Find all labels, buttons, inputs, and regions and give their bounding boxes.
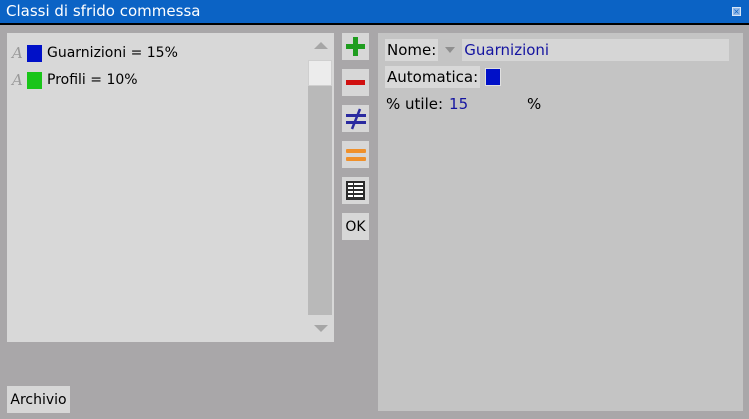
percent-unit: % [527, 95, 542, 113]
equal-icon [345, 148, 366, 161]
color-swatch [27, 44, 42, 62]
automatic-checkbox[interactable] [485, 68, 502, 86]
text-a-icon: A [12, 71, 23, 89]
table-button[interactable] [342, 177, 369, 204]
percent-field[interactable]: 15 [449, 95, 527, 113]
window-title: Classi di sfrido commessa [6, 2, 201, 20]
vertical-scrollbar[interactable] [308, 33, 334, 342]
add-button[interactable] [342, 33, 369, 60]
minus-icon [346, 80, 365, 85]
not-equal-button[interactable] [342, 105, 369, 132]
list-item-label: Profili = 10% [47, 72, 138, 88]
scroll-thumb[interactable] [308, 60, 332, 86]
list-item-label: Guarnizioni = 15% [47, 45, 178, 61]
close-icon[interactable]: × [732, 7, 741, 16]
scroll-down-icon[interactable] [314, 325, 328, 332]
list-item[interactable]: A Guarnizioni = 15% [12, 42, 178, 64]
text-a-icon: A [12, 44, 23, 62]
title-bar: Classi di sfrido commessa × [0, 0, 749, 25]
scroll-up-icon[interactable] [314, 42, 328, 49]
automatic-row: Automatica: [385, 66, 502, 88]
name-row: Nome: Guarnizioni [385, 39, 730, 61]
plus-icon [346, 37, 365, 56]
ok-button[interactable]: OK [342, 213, 369, 240]
percent-row: % utile: 15 % [385, 93, 541, 115]
name-field[interactable]: Guarnizioni [462, 39, 730, 61]
name-label: Nome: [385, 39, 439, 61]
color-swatch [27, 71, 42, 89]
sfrido-class-list[interactable]: A Guarnizioni = 15% A Profili = 10% [7, 33, 334, 342]
percent-label: % utile: [386, 95, 444, 113]
list-item[interactable]: A Profili = 10% [12, 69, 138, 91]
details-panel: Nome: Guarnizioni Automatica: % utile: 1… [378, 33, 743, 411]
scroll-track[interactable] [308, 60, 332, 315]
remove-button[interactable] [342, 69, 369, 96]
table-icon [346, 181, 365, 200]
not-equal-icon [345, 108, 366, 129]
equal-button[interactable] [342, 141, 369, 168]
automatic-label: Automatica: [385, 66, 481, 88]
chevron-down-icon[interactable] [440, 39, 461, 61]
archivio-button[interactable]: Archivio [7, 386, 70, 413]
